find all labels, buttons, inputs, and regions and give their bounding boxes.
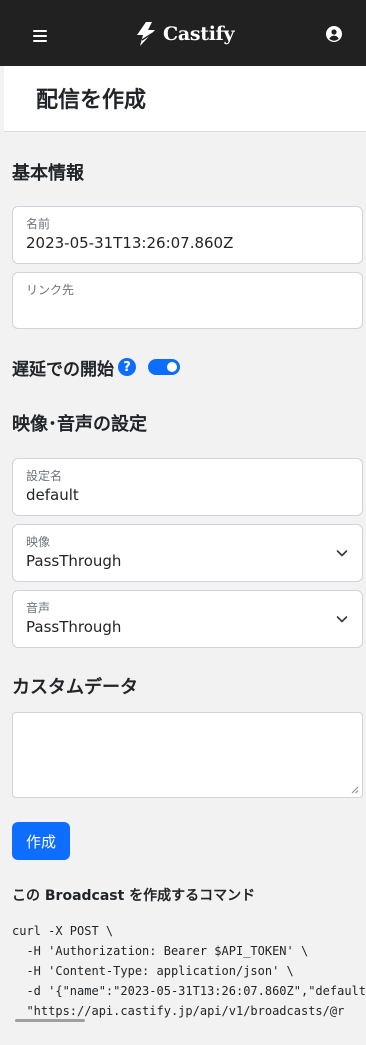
delayed-start-switch[interactable] xyxy=(148,359,180,375)
chevron-down-icon xyxy=(336,550,348,557)
question-circle-icon[interactable]: ? xyxy=(118,358,136,376)
hamburger-icon-line xyxy=(33,35,47,37)
video-select[interactable]: 映像 PassThrough xyxy=(12,524,363,582)
create-button[interactable]: 作成 xyxy=(12,822,70,860)
hamburger-icon-line xyxy=(33,30,47,32)
menu-toggle-button[interactable] xyxy=(22,21,58,51)
av-settings-heading: 映像･音声の設定 xyxy=(12,414,147,435)
basic-info-heading: 基本情報 xyxy=(12,163,84,184)
config-name-field[interactable]: 設定名 default xyxy=(12,458,363,516)
page-title: 配信を作成 xyxy=(36,88,147,113)
custom-data-textarea[interactable] xyxy=(12,712,363,798)
chevron-down-icon xyxy=(336,616,348,623)
name-field[interactable]: 名前 2023-05-31T13:26:07.860Z xyxy=(12,206,363,264)
delayed-start-label: 遅延での開始 xyxy=(12,359,114,380)
config-name-value[interactable]: default xyxy=(26,486,79,504)
hamburger-icon-line xyxy=(33,40,47,42)
brand-name: Castify xyxy=(163,23,235,45)
resize-grip-icon[interactable] xyxy=(351,786,359,794)
custom-data-heading: カスタムデータ xyxy=(12,677,138,698)
top-navbar: Castify xyxy=(0,0,366,66)
config-name-label: 設定名 xyxy=(26,469,63,483)
name-field-value[interactable]: 2023-05-31T13:26:07.860Z xyxy=(26,234,233,252)
link-field[interactable]: リンク先 xyxy=(12,272,363,329)
audio-select[interactable]: 音声 PassThrough xyxy=(12,590,363,648)
delayed-start-row: 遅延での開始 ? xyxy=(12,355,180,380)
audio-select-label: 音声 xyxy=(26,601,51,615)
horizontal-scrollbar[interactable] xyxy=(15,1019,85,1022)
video-select-label: 映像 xyxy=(26,535,51,549)
audio-select-value: PassThrough xyxy=(26,618,122,636)
curl-command-code: curl -X POST \ -H 'Authorization: Bearer… xyxy=(12,924,366,1018)
castify-logo-icon xyxy=(137,22,156,46)
command-heading: この Broadcast を作成するコマンド xyxy=(12,888,256,904)
video-select-value: PassThrough xyxy=(26,552,122,570)
page-title-bar: 配信を作成 xyxy=(4,66,366,132)
user-circle-icon[interactable] xyxy=(326,26,342,42)
link-field-label: リンク先 xyxy=(26,283,75,297)
brand-logo[interactable]: Castify xyxy=(133,20,235,48)
switch-knob xyxy=(167,362,177,372)
name-field-label: 名前 xyxy=(26,217,51,231)
